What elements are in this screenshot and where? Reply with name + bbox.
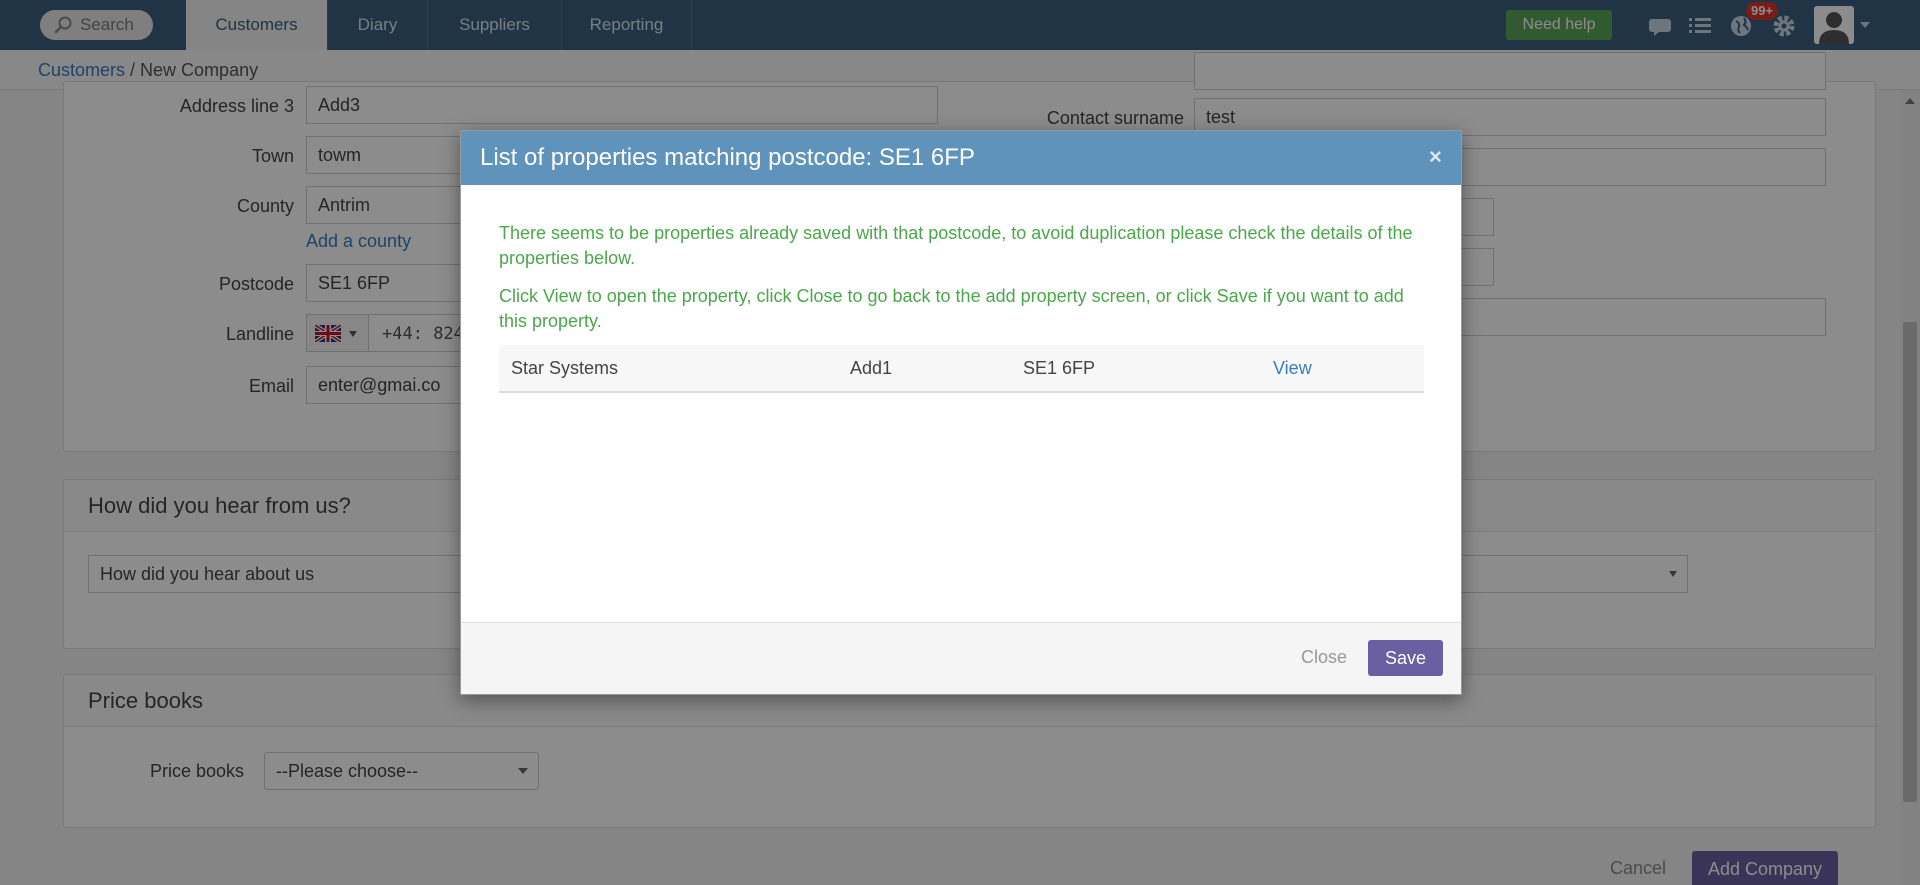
save-button[interactable]: Save [1368,640,1443,676]
close-icon[interactable]: × [1429,146,1442,168]
close-button[interactable]: Close [1301,647,1347,668]
view-property-link[interactable]: View [1273,345,1312,391]
modal-title: List of properties matching postcode: SE… [461,131,1461,185]
instructions-message: Click View to open the property, click C… [499,286,1404,331]
duplicate-warning-message: There seems to be properties already sav… [499,223,1413,268]
modal-footer: Close Save [461,622,1461,694]
matching-properties-modal: List of properties matching postcode: SE… [460,130,1462,695]
property-postcode-cell: SE1 6FP [1023,358,1096,378]
property-name-cell: Star Systems [511,358,619,378]
property-address-cell: Add1 [850,358,893,378]
table-row: Star Systems Add1 SE1 6FP View [499,345,1424,393]
